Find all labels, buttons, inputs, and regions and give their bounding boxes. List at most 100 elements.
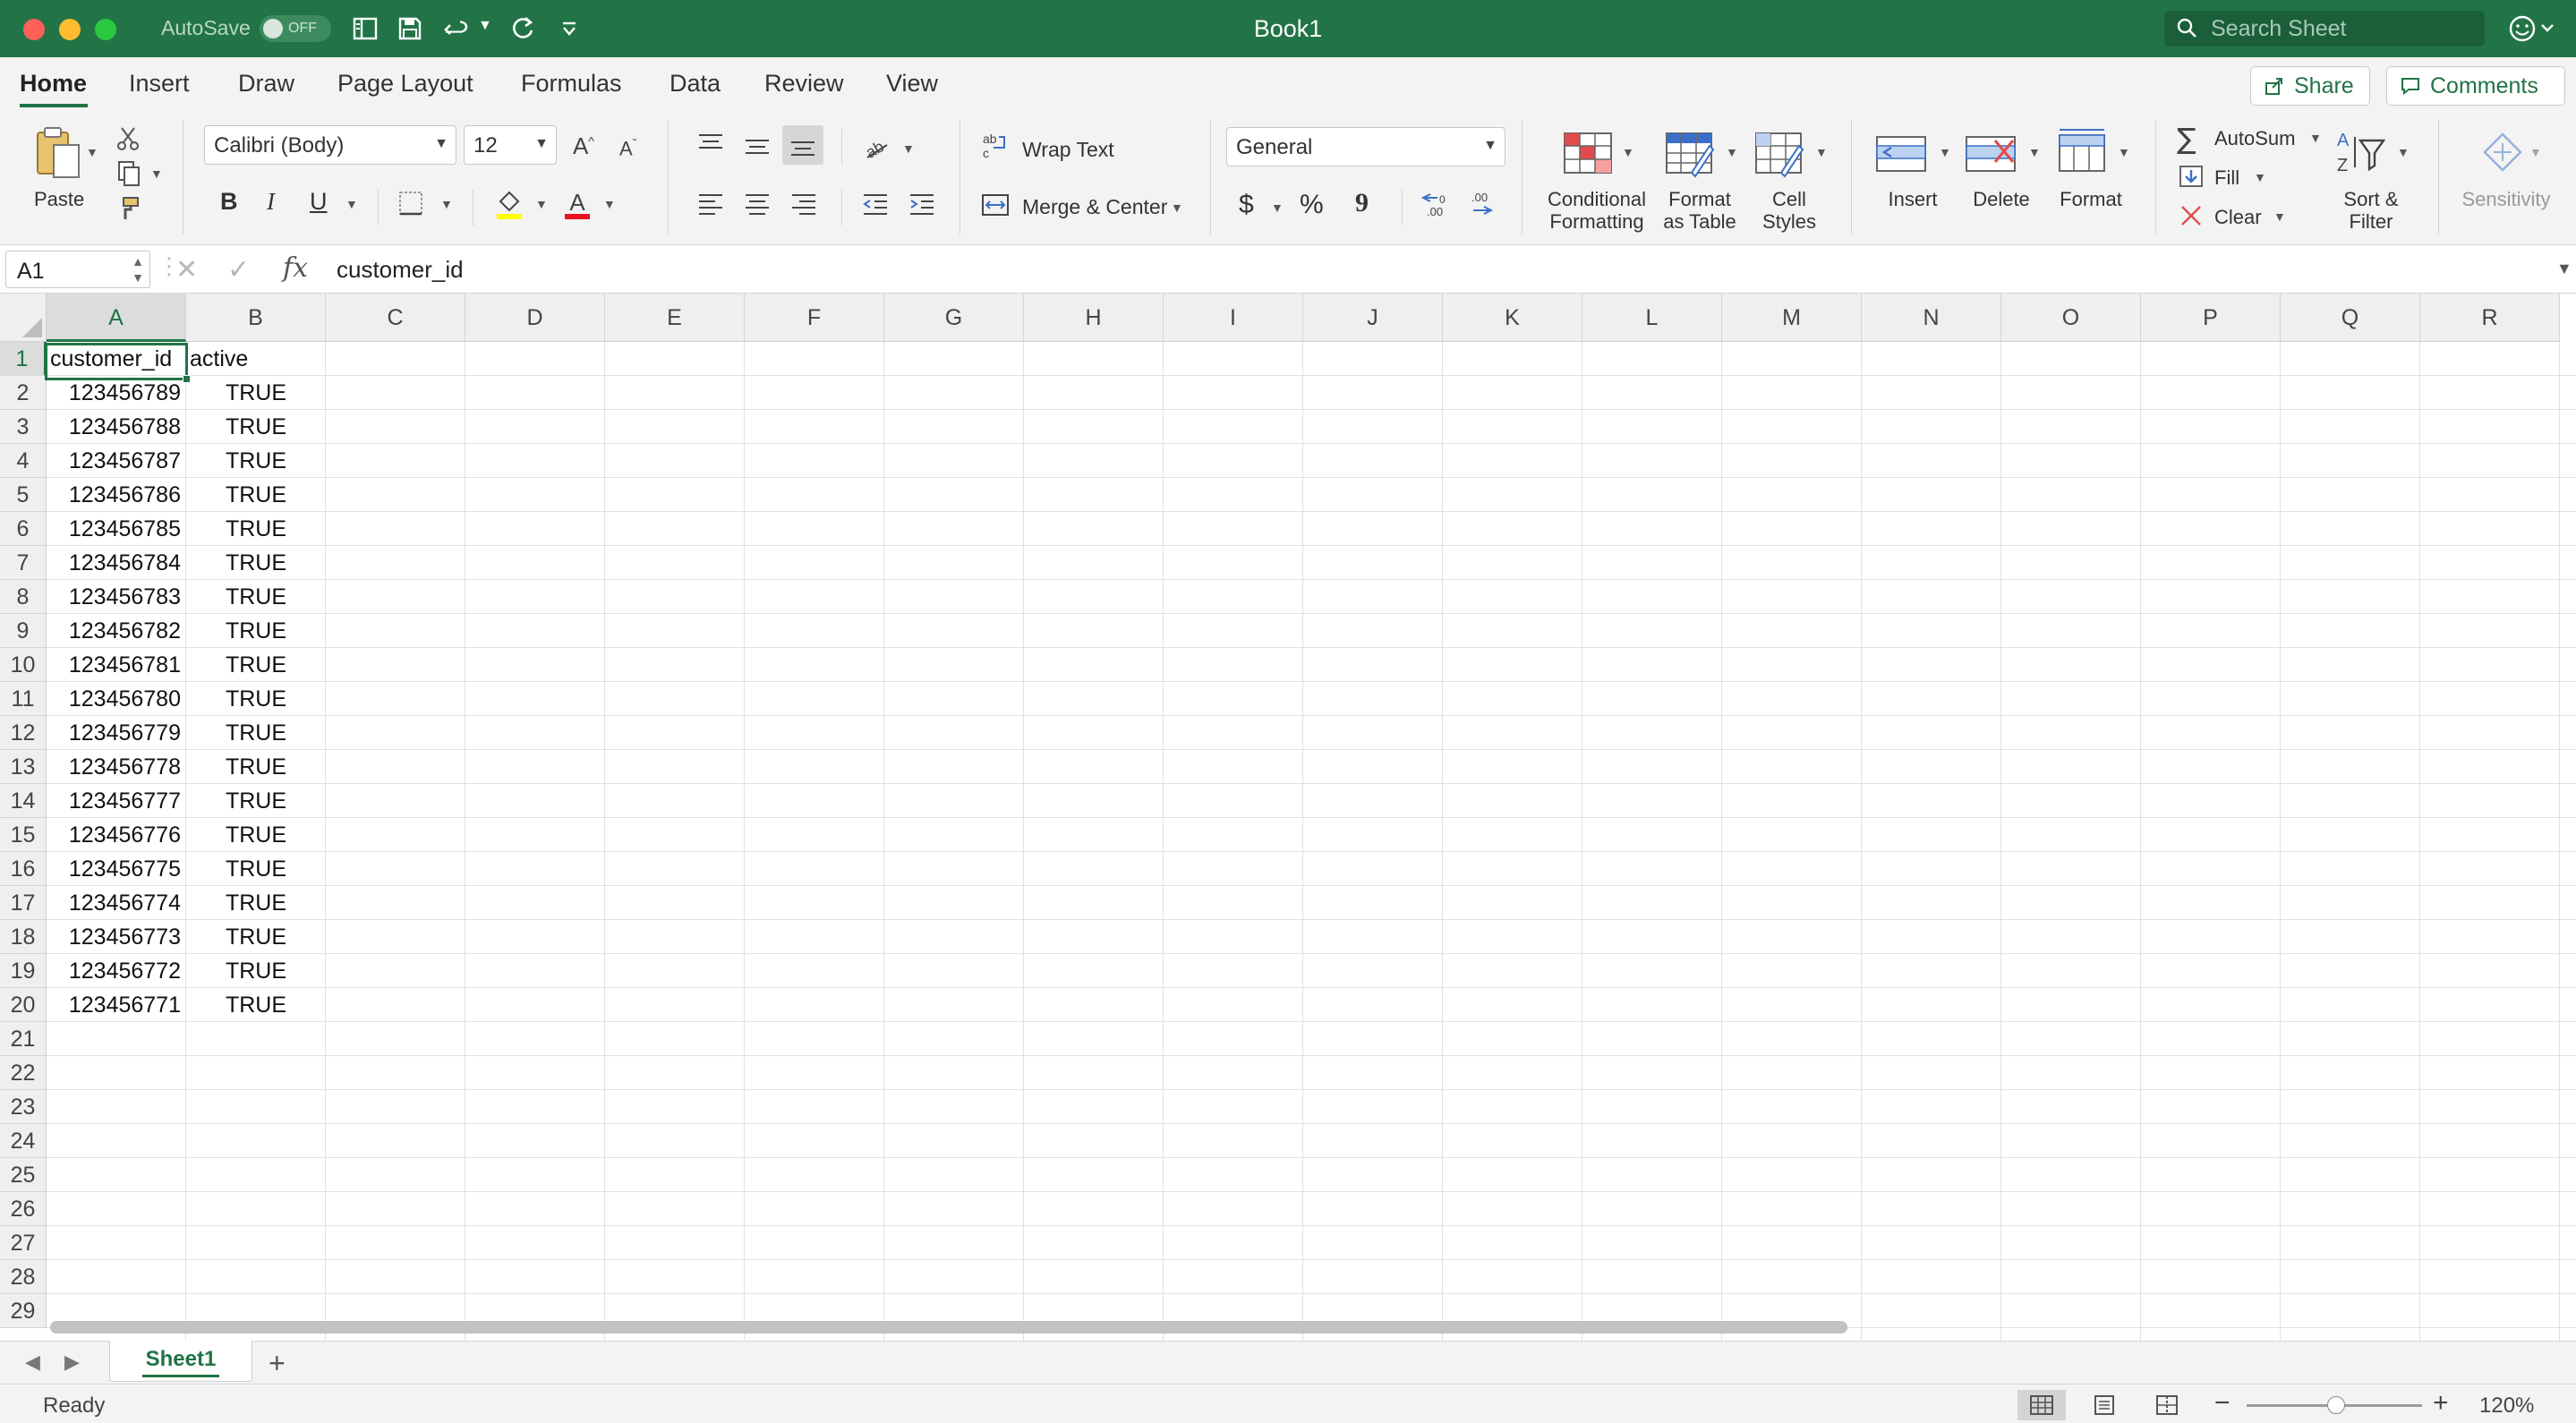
align-middle-icon[interactable] <box>741 132 773 161</box>
table-cell[interactable]: 123456771 <box>47 988 186 1022</box>
row-header[interactable]: 11 <box>0 682 47 716</box>
undo-icon[interactable] <box>440 13 473 45</box>
currency-dropdown-icon[interactable]: ▼ <box>1271 200 1284 215</box>
table-cell[interactable]: TRUE <box>186 818 326 852</box>
share-button[interactable]: Share <box>2250 66 2370 106</box>
select-all-button[interactable] <box>0 294 47 342</box>
format-as-table-dropdown-icon[interactable]: ▼ <box>1726 145 1738 159</box>
percent-button[interactable]: % <box>1300 190 1324 220</box>
increase-font-size-icon[interactable]: A^ <box>573 132 594 160</box>
decrease-font-size-icon[interactable]: Aˇ <box>619 136 636 160</box>
fill-handle[interactable] <box>183 375 191 383</box>
merge-center-button[interactable]: Merge & Center <box>1022 195 1167 219</box>
orientation-icon[interactable]: ab <box>859 132 895 163</box>
tab-data[interactable]: Data <box>670 70 721 98</box>
column-header[interactable]: O <box>2001 294 2141 342</box>
expand-formula-bar-icon[interactable]: ▼ <box>2556 260 2572 278</box>
row-header[interactable]: 4 <box>0 444 47 478</box>
row-header[interactable]: 21 <box>0 1022 47 1056</box>
table-cell[interactable]: 123456780 <box>47 682 186 716</box>
row-header[interactable]: 13 <box>0 750 47 784</box>
previous-sheet-icon[interactable]: ◀ <box>25 1351 40 1374</box>
delete-cells-icon[interactable] <box>1962 131 2019 177</box>
tab-page-layout[interactable]: Page Layout <box>337 70 473 98</box>
table-cell[interactable]: 123456773 <box>47 920 186 954</box>
decrease-indent-icon[interactable] <box>859 190 891 218</box>
table-cell[interactable]: active <box>186 342 326 376</box>
sensitivity-dropdown-icon[interactable]: ▼ <box>2529 145 2542 159</box>
align-right-icon[interactable] <box>788 190 820 218</box>
font-color-dropdown-icon[interactable]: ▼ <box>603 197 616 211</box>
align-left-icon[interactable] <box>695 190 727 218</box>
copy-dropdown-icon[interactable]: ▼ <box>150 166 163 181</box>
cell-area[interactable]: customer_id active 123456789 TRUE 123456788 T… <box>47 342 2576 1341</box>
borders-icon[interactable] <box>396 188 426 218</box>
table-cell[interactable]: 123456781 <box>47 648 186 682</box>
row-header[interactable]: 7 <box>0 546 47 580</box>
paste-dropdown-icon[interactable]: ▼ <box>86 145 98 159</box>
tab-view[interactable]: View <box>886 70 938 98</box>
tab-home[interactable]: Home <box>20 70 87 98</box>
format-cells-icon[interactable] <box>2053 125 2111 177</box>
search-sheet-box[interactable] <box>2164 11 2485 47</box>
font-size-select[interactable]: 12 ▼ <box>464 125 557 165</box>
table-cell[interactable]: TRUE <box>186 852 326 886</box>
autosum-icon[interactable]: ∑ <box>2177 122 2196 156</box>
table-cell[interactable]: TRUE <box>186 750 326 784</box>
clear-button[interactable]: Clear <box>2214 206 2262 229</box>
clear-icon[interactable] <box>2177 202 2205 229</box>
table-cell[interactable]: 123456788 <box>47 410 186 444</box>
smiley-icon[interactable] <box>2506 13 2560 45</box>
column-header[interactable]: H <box>1024 294 1164 342</box>
table-cell[interactable]: 123456786 <box>47 478 186 512</box>
table-cell[interactable]: 123456784 <box>47 546 186 580</box>
column-header[interactable]: N <box>1862 294 2001 342</box>
row-header[interactable]: 28 <box>0 1260 47 1294</box>
borders-dropdown-icon[interactable]: ▼ <box>440 197 453 211</box>
wrap-text-icon[interactable]: ab c <box>979 131 1011 161</box>
column-header[interactable]: L <box>1582 294 1722 342</box>
font-color-icon[interactable]: A <box>562 186 593 222</box>
row-header[interactable]: 17 <box>0 886 47 920</box>
fill-color-icon[interactable] <box>494 186 525 222</box>
row-header[interactable]: 16 <box>0 852 47 886</box>
table-cell[interactable]: 123456787 <box>47 444 186 478</box>
table-cell[interactable]: TRUE <box>186 682 326 716</box>
table-cell[interactable]: customer_id <box>47 342 186 376</box>
column-header[interactable]: B <box>186 294 326 342</box>
conditional-formatting-dropdown-icon[interactable]: ▼ <box>1622 145 1634 159</box>
name-box[interactable]: A1 ▲ ▼ <box>5 251 150 288</box>
row-header[interactable]: 19 <box>0 954 47 988</box>
zoom-out-button[interactable]: − <box>2214 1388 2231 1419</box>
bold-button[interactable]: B <box>220 188 238 216</box>
table-cell[interactable]: TRUE <box>186 410 326 444</box>
tab-review[interactable]: Review <box>764 70 844 98</box>
horizontal-scrollbar[interactable] <box>50 1321 1847 1334</box>
row-header[interactable]: 2 <box>0 376 47 410</box>
table-cell[interactable]: TRUE <box>186 716 326 750</box>
row-header[interactable]: 23 <box>0 1090 47 1124</box>
cut-icon[interactable] <box>113 125 143 152</box>
row-header[interactable]: 14 <box>0 784 47 818</box>
number-format-select[interactable]: General ▼ <box>1226 127 1506 166</box>
row-header[interactable]: 12 <box>0 716 47 750</box>
clear-dropdown-icon[interactable]: ▼ <box>2273 209 2286 224</box>
font-name-select[interactable]: Calibri (Body) ▼ <box>204 125 456 165</box>
table-cell[interactable]: TRUE <box>186 614 326 648</box>
customize-toolbar-icon[interactable] <box>553 13 585 45</box>
column-header[interactable]: R <box>2420 294 2560 342</box>
table-cell[interactable]: 123456783 <box>47 580 186 614</box>
column-header[interactable]: C <box>326 294 465 342</box>
autosum-button[interactable]: AutoSum <box>2214 127 2296 150</box>
table-cell[interactable]: 123456785 <box>47 512 186 546</box>
page-break-view-icon[interactable] <box>2143 1390 2191 1420</box>
row-header[interactable]: 8 <box>0 580 47 614</box>
zoom-slider-thumb[interactable] <box>2327 1396 2345 1414</box>
table-cell[interactable]: 123456789 <box>47 376 186 410</box>
align-bottom-icon[interactable] <box>782 125 823 165</box>
name-box-spinner-icon[interactable]: ▲ ▼ <box>132 253 144 285</box>
row-header[interactable]: 20 <box>0 988 47 1022</box>
decrease-decimal-icon[interactable]: .00 <box>1464 188 1500 220</box>
zoom-level[interactable]: 120% <box>2479 1393 2534 1419</box>
table-cell[interactable]: 123456775 <box>47 852 186 886</box>
